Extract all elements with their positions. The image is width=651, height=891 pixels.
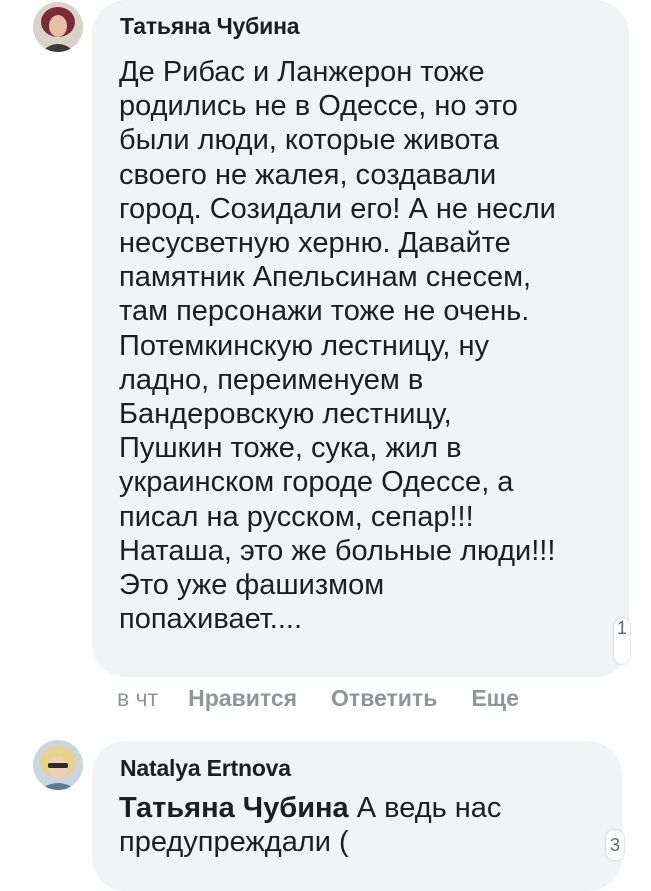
comment-text: Татьяна Чубина А ведь нас предупреждали … bbox=[119, 791, 501, 859]
comment-2: Natalya Ertnova Татьяна Чубина А ведь на… bbox=[0, 730, 651, 891]
comment-text-line: памятник Апельсинам снесем, bbox=[119, 261, 532, 294]
comment-bubble: Татьяна Чубина Де Рибас и Ланжерон тоже … bbox=[92, 0, 629, 677]
comment-text-line: Пушкин тоже, сука, жил в bbox=[119, 432, 462, 465]
reaction-count-badge[interactable]: 1 bbox=[614, 618, 630, 664]
more-button[interactable]: Еще bbox=[471, 685, 519, 712]
comment-text-line: Наташа, это же больные люди!!! bbox=[119, 534, 556, 567]
avatar-tatyana[interactable] bbox=[33, 2, 83, 52]
comment-text-line: Это уже фашизмом bbox=[119, 569, 385, 602]
comment-timestamp[interactable]: в чт bbox=[117, 685, 158, 712]
comment-text-line: были люди, которые живота bbox=[119, 124, 499, 157]
mention-link[interactable]: Татьяна Чубина bbox=[119, 792, 349, 824]
comment-text-line: Татьяна Чубина А ведь нас bbox=[119, 791, 501, 825]
comment-text-line: предупреждали ( bbox=[119, 826, 349, 859]
comment-text-line: своего не жалея, создавали bbox=[119, 158, 497, 191]
avatar-natalya[interactable] bbox=[33, 740, 83, 790]
comment-author[interactable]: Natalya Ertnova bbox=[120, 755, 291, 782]
reaction-count: 1 bbox=[616, 618, 627, 638]
reaction-count-badge[interactable]: 3 bbox=[606, 830, 624, 860]
comment-text-line: ладно, переименуем в bbox=[119, 363, 424, 396]
comment-1: Татьяна Чубина Де Рибас и Ланжерон тоже … bbox=[0, 0, 651, 720]
comment-bubble: Natalya Ertnova Татьяна Чубина А ведь на… bbox=[92, 741, 622, 891]
comment-text-line: там персонажи тоже не очень. bbox=[119, 295, 530, 328]
comment-text-line: Потемкинскую лестницу, ну bbox=[119, 329, 489, 362]
reaction-count: 3 bbox=[609, 835, 620, 855]
comment-text-line: родились не в Одессе, но это bbox=[119, 90, 518, 123]
comment-text-line: Бандеровскую лестницу, bbox=[119, 398, 452, 431]
comment-author[interactable]: Татьяна Чубина bbox=[120, 13, 300, 40]
comment-text: Де Рибас и Ланжерон тоже родились не в О… bbox=[119, 55, 556, 636]
comment-text-line: попахивает.... bbox=[119, 603, 303, 636]
comment-text-line: писал на русском, сепар!!! bbox=[119, 500, 474, 533]
comment-text-line: город. Созидали его! А не несли bbox=[119, 192, 556, 225]
comment-text-rest: А ведь нас bbox=[348, 792, 502, 824]
reply-button[interactable]: Ответить bbox=[331, 685, 437, 712]
comment-actions: в чт Нравится Ответить Еще bbox=[117, 685, 553, 712]
like-button[interactable]: Нравится bbox=[188, 685, 297, 712]
comment-text-line: несусветную херню. Давайте bbox=[119, 227, 511, 260]
comment-text-line: Де Рибас и Ланжерон тоже bbox=[119, 56, 485, 88]
comment-text-line: украинском городе Одессе, а bbox=[119, 466, 514, 499]
